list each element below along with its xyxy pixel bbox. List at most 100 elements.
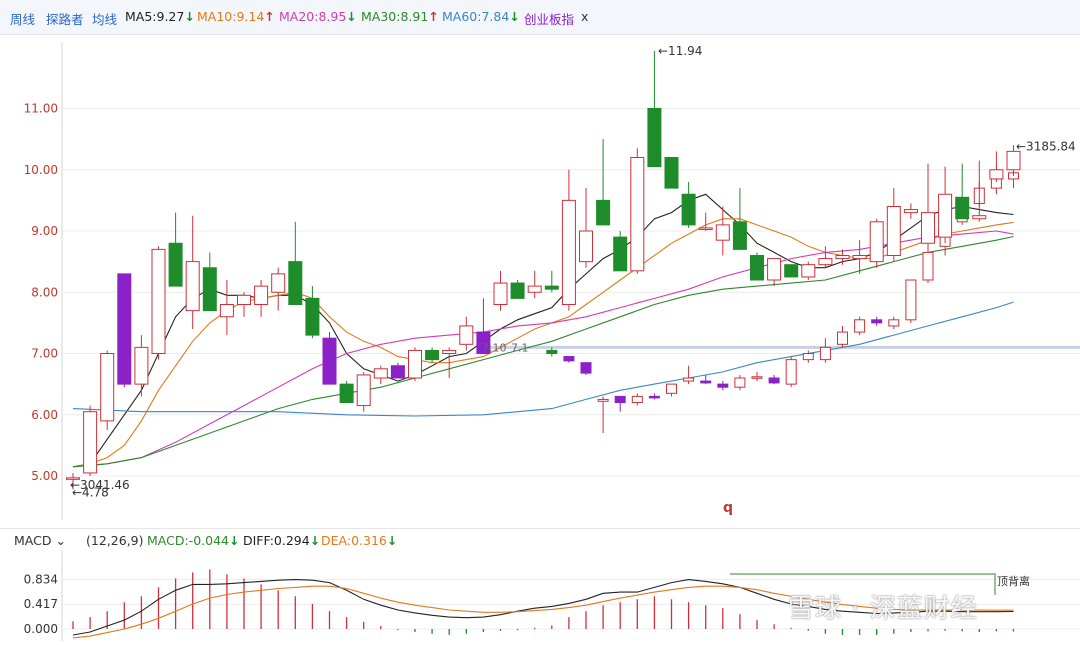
index-candle-body (666, 383, 677, 394)
y-tick-label: 10.00 (24, 163, 58, 177)
index-candle-body (854, 319, 866, 333)
index-candle-body (802, 353, 814, 361)
macd-indicator-select[interactable]: MACD ⌄ (14, 533, 66, 548)
candle-body (322, 337, 337, 385)
y-tick-label: 8.00 (31, 285, 58, 299)
y-tick-label: 7.00 (31, 347, 58, 361)
candle-body (117, 273, 132, 385)
candle-body (305, 297, 320, 336)
candle-body (767, 258, 782, 281)
index-candle-body (580, 362, 592, 374)
ma20-label: MA20:8.95↓ (279, 9, 357, 24)
candle-body (732, 221, 747, 250)
arrow-up-icon: ↑ (428, 9, 439, 24)
candle-body (219, 304, 234, 318)
ma30-label: MA30:8.91↑ (361, 9, 439, 24)
candle-body (134, 346, 149, 385)
dea-value: DEA:0.316↓ (321, 533, 398, 548)
candle-body (561, 199, 576, 305)
candle-body (750, 255, 764, 281)
candle-body (83, 411, 98, 474)
index-candle-body (563, 356, 575, 362)
index-candle-body (734, 377, 746, 388)
watermark: 雪球 · 深蓝财经 (788, 594, 978, 624)
index-candle-body (597, 398, 609, 402)
price-chart[interactable]: 5.00 6.00 7.00 8.00 9.00 10.00 11.00 ←11.94 ←318… (0, 34, 1080, 528)
candle-body (613, 236, 628, 272)
index-candle-body (768, 377, 780, 384)
index-candle-body (751, 376, 763, 379)
index-candle-body (700, 380, 712, 384)
low-price-label: ←4.78 (72, 486, 109, 500)
y-tick-label: 0.834 (24, 572, 58, 586)
arrow-down-icon: ↓ (346, 9, 357, 24)
index-candle-body (614, 395, 626, 403)
arrow-down-icon: ↓ (309, 533, 321, 548)
tab-weekly[interactable]: 周线 (10, 9, 35, 28)
divergence-label: 顶背离 (997, 574, 1030, 588)
candle-body (510, 282, 525, 299)
candle-body (835, 255, 850, 260)
macd-toolbar: MACD ⌄ (12,26,9) MACD:-0.044↓ DIFF:0.294… (0, 528, 1080, 551)
y-tick-label: 6.00 (31, 408, 58, 422)
candle-body (989, 169, 1004, 180)
index-high-label: ←3185.84 (1016, 139, 1076, 153)
candle-body (459, 325, 474, 345)
candle-body (390, 365, 405, 379)
index-overlay-label[interactable]: 创业板指 (524, 9, 574, 28)
index-candle-body (785, 359, 797, 385)
candle-body (442, 349, 457, 354)
candle-body (237, 294, 251, 305)
candlestick-plot: 5.00 6.00 7.00 8.00 9.00 10.00 11.00 ←11.94 ←318… (24, 42, 1080, 520)
tab-stock-name[interactable]: 探路者 (46, 9, 84, 28)
candle-body (288, 261, 303, 305)
candle-body (271, 273, 286, 293)
candle-body (151, 248, 166, 354)
marker-label: q (723, 500, 733, 516)
candle-body (356, 374, 371, 407)
candle-body (579, 230, 593, 263)
index-candle-body (683, 377, 695, 382)
index-candle-body (905, 279, 917, 321)
candle-body (596, 199, 611, 226)
reference-price-label: 7.10 (482, 341, 507, 354)
candle-body (903, 209, 918, 214)
candle-body (527, 285, 542, 293)
candle-body (698, 227, 713, 230)
index-candle-body (717, 383, 729, 388)
ma10-label: MA10:9.14↑ (197, 9, 275, 24)
arrow-down-icon: ↓ (386, 533, 398, 548)
chevron-down-icon: ⌄ (55, 533, 66, 548)
arrow-down-icon: ↓ (228, 533, 240, 548)
ma5-label: MA5:9.27↓ (125, 9, 195, 24)
candle-body (1006, 150, 1021, 171)
tab-ma[interactable]: 均线 (92, 9, 117, 28)
index-candle-body (631, 395, 643, 403)
index-candle-body (819, 346, 831, 361)
arrow-down-icon: ↓ (509, 9, 520, 24)
y-tick-label: 11.00 (24, 102, 58, 116)
candle-body (852, 255, 867, 260)
candle-body (630, 157, 645, 272)
candle-body (938, 193, 953, 238)
candle-body (254, 285, 269, 305)
candle-body (493, 282, 508, 305)
y-tick-label: 0.000 (24, 622, 58, 636)
candle-body (647, 108, 662, 168)
index-candle-body (871, 319, 883, 324)
macd-value: MACD:-0.044↓ (147, 533, 240, 548)
candle-body (972, 215, 987, 220)
high-price-label: ←11.94 (658, 44, 702, 58)
y-tick-label: 0.417 (24, 597, 58, 611)
reference-price-label: 7.1 (511, 341, 529, 354)
close-icon[interactable]: x (581, 9, 588, 24)
candle-body (886, 206, 901, 256)
macd-params: (12,26,9) (86, 533, 144, 548)
index-candle-body (922, 251, 934, 281)
index-candle-body (837, 331, 848, 345)
candle-body (339, 383, 354, 403)
candle-body (955, 196, 970, 220)
candle-body (681, 193, 696, 226)
diff-value: DIFF:0.294↓ (243, 533, 321, 548)
y-tick-label: 5.00 (31, 469, 58, 483)
